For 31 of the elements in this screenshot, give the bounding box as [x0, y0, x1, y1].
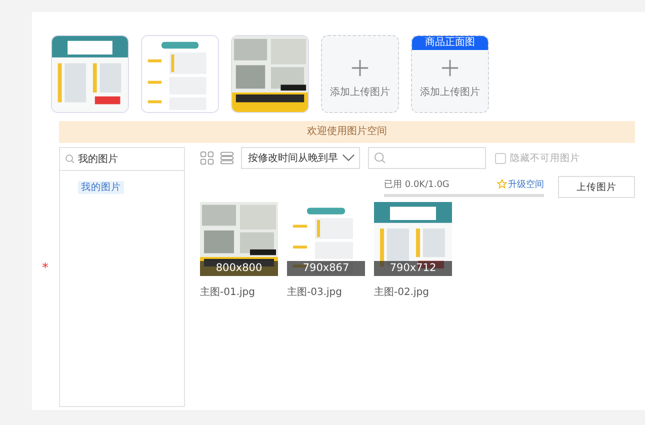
- plus-icon: [351, 59, 369, 77]
- sort-dropdown[interactable]: 按修改时间从晚到早: [241, 147, 360, 169]
- image-search-field[interactable]: [368, 147, 486, 169]
- grid-view-icon[interactable]: [200, 151, 214, 165]
- search-icon: [374, 152, 386, 164]
- storage-usage-text: 已用 0.0K/1.0G: [384, 178, 450, 190]
- slot-badge: 商品正面图: [412, 36, 488, 50]
- file-name: 主图-01.jpg: [200, 286, 256, 299]
- welcome-banner: 欢迎使用图片空间: [59, 121, 635, 143]
- plus-icon: [441, 59, 459, 77]
- checkbox[interactable]: [495, 152, 506, 164]
- list-view-icon[interactable]: [220, 151, 234, 165]
- star-icon: [497, 179, 507, 189]
- file-name: 主图-03.jpg: [287, 286, 343, 299]
- file-name: 主图-02.jpg: [374, 286, 430, 299]
- image-thumbnail[interactable]: 790x867: [287, 202, 365, 276]
- folder-search-field[interactable]: 我的图片: [60, 148, 184, 171]
- image-thumbnail[interactable]: 800x800: [200, 202, 278, 276]
- upload-slot[interactable]: 添加上传图片: [321, 35, 399, 113]
- search-icon: [65, 154, 75, 164]
- checkbox-label: 隐藏不可用图片: [510, 152, 580, 164]
- upload-slot[interactable]: 商品正面图 添加上传图片: [411, 35, 489, 113]
- image-dimensions: 790x867: [287, 261, 365, 276]
- chevron-down-icon: [342, 154, 355, 162]
- folder-item[interactable]: 我的图片: [78, 181, 124, 194]
- image-dimensions: 790x712: [374, 261, 452, 276]
- image-dimensions: 800x800: [200, 261, 278, 276]
- upgrade-link[interactable]: 升级空间: [497, 178, 544, 190]
- image-thumbnail[interactable]: 790x712: [374, 202, 452, 276]
- required-mark: *: [42, 261, 48, 276]
- upload-button[interactable]: 上传图片: [558, 176, 635, 198]
